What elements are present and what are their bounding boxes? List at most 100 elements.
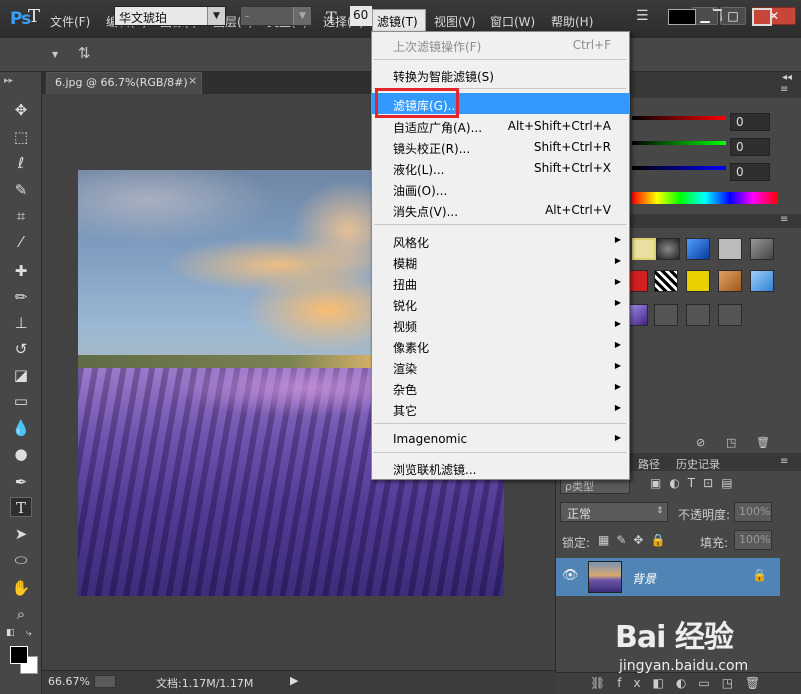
panel-menu-icon[interactable]: ≡: [780, 456, 788, 467]
menu-item-render[interactable]: 渲染 ▶: [372, 356, 629, 377]
warp-text-icon[interactable]: ℸ: [712, 6, 723, 26]
chevron-down-icon[interactable]: ▼: [293, 7, 311, 25]
opacity-input[interactable]: 100%: [734, 502, 772, 522]
menu-view[interactable]: 视图(V): [434, 13, 476, 30]
menu-item-lens-correction[interactable]: 镜头校正(R)... Shift+Ctrl+R: [372, 136, 629, 157]
color-spectrum-bar[interactable]: [632, 192, 778, 204]
eraser-tool-icon[interactable]: ◪: [10, 365, 32, 385]
tab-paths[interactable]: 路径: [638, 456, 660, 472]
delete-style-icon[interactable]: 🗑: [756, 436, 770, 449]
zoom-level[interactable]: 66.67%: [48, 675, 90, 688]
status-menu-arrow-icon[interactable]: ▶: [290, 674, 298, 687]
style-swatch[interactable]: [654, 304, 678, 326]
hand-tool-icon[interactable]: ✋: [10, 578, 32, 598]
menu-item-stylize[interactable]: 风格化 ▶: [372, 230, 629, 251]
panel-menu-icon[interactable]: ≡: [780, 84, 788, 95]
red-slider[interactable]: [632, 116, 726, 120]
layer-name[interactable]: 背景: [632, 570, 656, 587]
menu-item-video[interactable]: 视频 ▶: [372, 314, 629, 335]
marquee-tool-icon[interactable]: ⬚: [10, 127, 32, 147]
menu-item-liquify[interactable]: 液化(L)... Shift+Ctrl+X: [372, 157, 629, 178]
clear-style-icon[interactable]: ⊘: [696, 436, 705, 449]
new-style-icon[interactable]: ◳: [726, 436, 736, 449]
menu-item-browse-online-filters[interactable]: 浏览联机滤镜...: [372, 457, 629, 478]
style-swatch[interactable]: [632, 238, 656, 260]
font-family-select[interactable]: 华文琥珀 ▼: [114, 6, 226, 26]
style-swatch[interactable]: [654, 270, 678, 292]
align-icon[interactable]: ☰: [636, 8, 649, 24]
type-tool-icon[interactable]: T: [10, 497, 32, 517]
style-swatch[interactable]: [656, 238, 680, 260]
red-value-input[interactable]: 0: [730, 113, 770, 131]
blue-slider[interactable]: [632, 166, 726, 170]
blend-mode-select[interactable]: 正常: [560, 502, 668, 522]
menu-item-blur[interactable]: 模糊 ▶: [372, 251, 629, 272]
close-tab-icon[interactable]: ×: [188, 74, 197, 87]
panel-collapse-icon[interactable]: ◂◂: [782, 72, 792, 83]
style-swatch[interactable]: [718, 304, 742, 326]
document-tab[interactable]: 6.jpg @ 66.7%(RGB/8#): [46, 72, 202, 94]
visibility-eye-icon[interactable]: 👁: [562, 568, 579, 583]
maximize-button[interactable]: □: [720, 7, 746, 25]
menu-window[interactable]: 窗口(W): [490, 13, 535, 30]
menu-item-last-filter[interactable]: 上次滤镜操作(F) Ctrl+F: [372, 34, 629, 55]
crop-tool-icon[interactable]: ⌗: [10, 206, 32, 226]
preset-arrow-icon[interactable]: ▼: [52, 50, 58, 59]
swap-colors-icon[interactable]: ⤷: [26, 628, 32, 639]
menu-filter[interactable]: 滤镜(T): [372, 9, 426, 31]
eyedropper-tool-icon[interactable]: ⁄: [10, 232, 32, 252]
text-color-swatch[interactable]: [668, 9, 696, 25]
style-swatch[interactable]: [718, 238, 742, 260]
menu-item-vanishing-point[interactable]: 消失点(V)... Alt+Ctrl+V: [372, 199, 629, 220]
path-selection-tool-icon[interactable]: ➤: [10, 524, 32, 544]
move-tool-icon[interactable]: ✥: [10, 100, 32, 120]
text-orientation-icon[interactable]: ⇅: [78, 44, 91, 62]
shape-tool-icon[interactable]: ⬭: [10, 550, 32, 570]
type-tool-preset-icon[interactable]: T: [28, 6, 40, 27]
menu-item-oil-paint[interactable]: 油画(O)...: [372, 178, 629, 199]
style-swatch[interactable]: [686, 270, 710, 292]
foreground-color-swatch[interactable]: [10, 646, 28, 664]
menu-item-distort[interactable]: 扭曲 ▶: [372, 272, 629, 293]
style-swatch[interactable]: [750, 238, 774, 260]
default-colors-icon[interactable]: ◧: [6, 628, 15, 638]
lasso-tool-icon[interactable]: ℓ: [10, 153, 32, 173]
zoom-tool-icon[interactable]: ⌕: [10, 604, 32, 624]
menu-help[interactable]: 帮助(H): [551, 13, 593, 30]
menu-item-label: 自适应广角(A)...: [393, 121, 483, 135]
panel-menu-icon[interactable]: ≡: [780, 214, 788, 225]
layer-filter-icons[interactable]: ▣◐T⊡▤: [650, 476, 741, 490]
blue-value-input[interactable]: 0: [730, 163, 770, 181]
menu-item-imagenomic[interactable]: Imagenomic ▶: [372, 428, 629, 449]
style-swatch[interactable]: [686, 304, 710, 326]
clone-stamp-tool-icon[interactable]: ⊥: [10, 313, 32, 333]
gradient-tool-icon[interactable]: ▭: [10, 391, 32, 411]
menu-item-adaptive-wide-angle[interactable]: 自适应广角(A)... Alt+Shift+Ctrl+A: [372, 115, 629, 136]
font-size-input[interactable]: 60: [350, 6, 372, 26]
blur-tool-icon[interactable]: 💧: [10, 418, 32, 438]
style-swatch[interactable]: [686, 238, 710, 260]
collapse-icon[interactable]: ▸▸: [4, 76, 13, 86]
menu-item-noise[interactable]: 杂色 ▶: [372, 377, 629, 398]
character-panel-icon[interactable]: [752, 8, 772, 26]
menu-item-sharpen[interactable]: 锐化 ▶: [372, 293, 629, 314]
quick-select-tool-icon[interactable]: ✎: [10, 180, 32, 200]
fill-input[interactable]: 100%: [734, 530, 772, 550]
menu-file[interactable]: 文件(F): [50, 13, 90, 30]
tab-history[interactable]: 历史记录: [676, 456, 720, 472]
history-brush-tool-icon[interactable]: ↺: [10, 339, 32, 359]
menu-item-other[interactable]: 其它 ▶: [372, 398, 629, 419]
green-value-input[interactable]: 0: [730, 138, 770, 156]
lock-options-icons[interactable]: ▦✎✥🔒: [598, 533, 672, 547]
pen-tool-icon[interactable]: ✒: [10, 472, 32, 492]
style-swatch[interactable]: [750, 270, 774, 292]
dodge-tool-icon[interactable]: ●: [10, 444, 32, 464]
menu-item-pixelate[interactable]: 像素化 ▶: [372, 335, 629, 356]
brush-tool-icon[interactable]: ✏: [10, 287, 32, 307]
healing-brush-tool-icon[interactable]: ✚: [10, 261, 32, 281]
menu-item-convert-smart-filter[interactable]: 转换为智能滤镜(S): [372, 64, 629, 85]
font-style-select[interactable]: - ▼: [240, 6, 312, 26]
style-swatch[interactable]: [718, 270, 742, 292]
chevron-down-icon[interactable]: ▼: [207, 7, 225, 25]
green-slider[interactable]: [632, 141, 726, 145]
